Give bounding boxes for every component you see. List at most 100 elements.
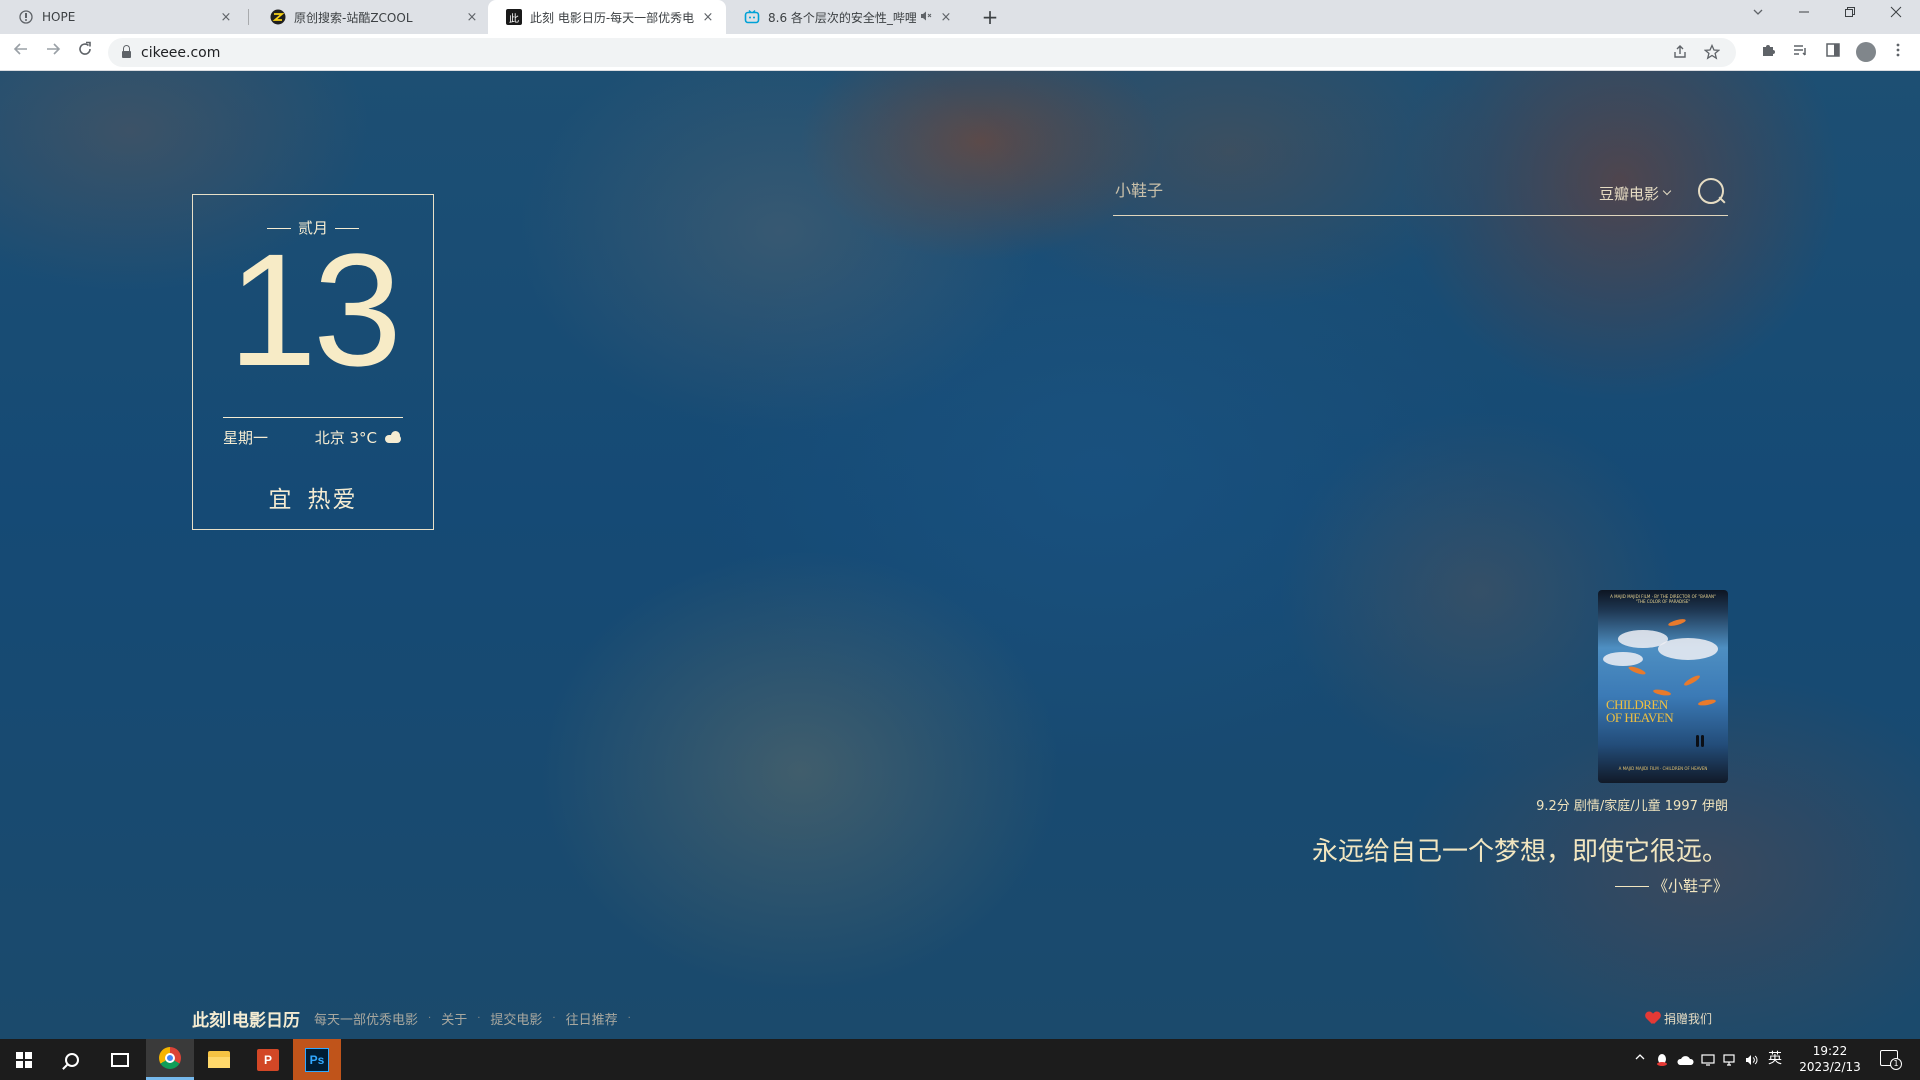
weather-text: 北京 3°C — [314, 429, 377, 447]
poster-children-silhouette — [1694, 733, 1706, 747]
bilibili-favicon — [744, 9, 760, 25]
search-source-dropdown[interactable]: 豆瓣电影 — [1599, 183, 1672, 204]
donate-link[interactable]: 捐赠我们 — [1646, 1010, 1712, 1027]
chevron-down-icon — [1662, 186, 1672, 195]
taskbar-search-button[interactable] — [48, 1039, 96, 1080]
windows-taskbar: P Ps 英 19:22 2023/2/13 1 — [0, 1039, 1920, 1080]
share-icon[interactable] — [1672, 38, 1688, 67]
taskbar-file-explorer[interactable] — [195, 1039, 243, 1080]
tab-title: 此刻 电影日历-每天一部优秀电影 — [530, 10, 694, 25]
page-footer: 此刻 电影日历 每天一部优秀电影 · 关于 · 提交电影 · 往日推荐 · — [192, 1006, 631, 1031]
tab-zcool[interactable]: 原创搜索-站酷ZCOOL × — [252, 0, 490, 34]
taskbar-chrome[interactable] — [146, 1039, 194, 1080]
movie-meta: 9.2分 剧情/家庭/儿童 1997 伊朗 — [1536, 799, 1728, 814]
ime-indicator[interactable]: 英 — [1764, 1039, 1786, 1080]
taskbar-powerpoint[interactable]: P — [244, 1039, 292, 1080]
cikeee-favicon: 此 — [506, 9, 522, 25]
reload-icon[interactable] — [74, 41, 96, 63]
browser-toolbar: cikeee.com — [0, 34, 1920, 71]
task-view-button[interactable] — [96, 1039, 144, 1080]
tab-close-icon[interactable]: × — [938, 10, 954, 25]
volume-icon[interactable] — [1742, 1039, 1762, 1080]
lock-icon[interactable] — [122, 45, 131, 58]
suggestion-value: 热爱 — [307, 487, 358, 513]
chrome-icon — [159, 1047, 181, 1069]
calendar-day: 13 — [228, 220, 402, 399]
tab-separator — [248, 9, 249, 25]
new-tab-button[interactable]: + — [977, 4, 1003, 30]
network-icon[interactable] — [1720, 1039, 1740, 1080]
windows-logo-icon — [16, 1051, 32, 1068]
browser-tabstrip: HOPE × 原创搜索-站酷ZCOOL × 此 此刻 电影日历-每天一部优秀电影… — [0, 0, 1920, 34]
donate-label: 捐赠我们 — [1663, 1012, 1712, 1026]
tab-close-icon[interactable]: × — [218, 10, 234, 25]
taskbar-clock[interactable]: 19:22 2023/2/13 — [1790, 1043, 1870, 1075]
minimize-button[interactable] — [1781, 0, 1827, 30]
site-brand[interactable]: 此刻 电影日历 — [192, 1006, 300, 1031]
reading-list-icon[interactable] — [1790, 42, 1810, 62]
search-icon[interactable] — [1696, 176, 1726, 206]
tray-overflow-chevron-icon[interactable] — [1630, 1039, 1650, 1080]
poster-bottom-text: A MAJID MAJIDI FILM · CHILDREN OF HEAVEN — [1618, 766, 1708, 771]
poster-cloud — [1658, 638, 1718, 660]
display-icon[interactable] — [1698, 1039, 1718, 1080]
calendar-divider — [223, 417, 403, 418]
search-source-label: 豆瓣电影 — [1599, 185, 1660, 203]
extensions-puzzle-icon[interactable] — [1758, 42, 1778, 62]
poster-title-line: OF HEAVEN — [1606, 710, 1674, 725]
poster-fish — [1627, 665, 1647, 676]
forward-icon[interactable] — [42, 41, 64, 63]
taskbar-photoshop[interactable]: Ps — [293, 1039, 341, 1080]
poster-cloud — [1603, 652, 1643, 666]
calendar-card: 贰月 13 星期一 北京 3°C 宜热爱 — [192, 194, 434, 530]
speaker-muted-icon[interactable] — [920, 10, 932, 25]
poster-fish — [1652, 688, 1672, 697]
bookmark-star-icon[interactable] — [1703, 38, 1721, 67]
tab-close-icon[interactable]: × — [700, 10, 716, 25]
side-panel-icon[interactable] — [1823, 42, 1843, 62]
brand-divider — [228, 1011, 230, 1025]
cloud-sun-icon — [383, 430, 403, 445]
folder-icon — [208, 1051, 230, 1068]
qq-icon[interactable] — [1652, 1039, 1672, 1080]
poster-fish — [1697, 698, 1717, 707]
close-window-button[interactable] — [1873, 0, 1919, 30]
back-icon[interactable] — [10, 41, 32, 63]
clock-date: 2023/2/13 — [1799, 1060, 1861, 1074]
more-menu-icon[interactable] — [1888, 42, 1908, 62]
brand-left: 此刻 — [192, 1010, 226, 1031]
clock-time: 19:22 — [1812, 1044, 1848, 1058]
tab-hope[interactable]: HOPE × — [0, 0, 244, 34]
poster-top-text: A MAJID MAJIDI FILM · BY THE DIRECTOR OF… — [1610, 594, 1716, 604]
tab-close-icon[interactable]: × — [464, 10, 480, 25]
calendar-suggestion: 宜热爱 — [193, 480, 433, 514]
tab-bilibili[interactable]: 8.6 各个层次的安全性_哔哩 × — [726, 0, 964, 34]
profile-avatar-icon[interactable] — [1856, 42, 1876, 62]
poster-fish — [1682, 673, 1702, 688]
onedrive-cloud-icon[interactable] — [1674, 1039, 1696, 1080]
tab-cikeee[interactable]: 此 此刻 电影日历-每天一部优秀电影 × — [488, 0, 726, 34]
calendar-weather: 北京 3°C — [315, 427, 403, 448]
start-button[interactable] — [0, 1039, 48, 1080]
notification-center-icon[interactable]: 1 — [1880, 1050, 1902, 1070]
restore-button[interactable] — [1827, 0, 1873, 30]
tab-search-chevron-icon[interactable] — [1735, 0, 1781, 30]
tab-title: 8.6 各个层次的安全性_哔哩 — [768, 10, 916, 25]
search-input[interactable] — [1115, 175, 1575, 205]
poster-fish — [1667, 617, 1687, 628]
footer-link-history[interactable]: 往日推荐 — [566, 1009, 618, 1028]
footer-separator: · — [477, 1012, 481, 1024]
poster-title: CHILDREN OF HEAVEN — [1606, 698, 1686, 724]
footer-link-submit[interactable]: 提交电影 — [490, 1009, 542, 1028]
url-text[interactable]: cikeee.com — [141, 45, 220, 61]
footer-separator: · — [428, 1012, 432, 1024]
tab-title: HOPE — [42, 10, 76, 24]
address-bar[interactable]: cikeee.com — [108, 38, 1736, 67]
movie-poster[interactable]: A MAJID MAJIDI FILM · BY THE DIRECTOR OF… — [1598, 590, 1728, 783]
footer-separator: · — [627, 1012, 631, 1024]
suggestion-label: 宜 — [268, 487, 294, 513]
page-background: 贰月 13 星期一 北京 3°C 宜热爱 豆瓣电影 A MAJID MAJIDI… — [0, 71, 1920, 1039]
notification-badge: 1 — [1890, 1058, 1902, 1070]
search-icon — [65, 1052, 79, 1067]
footer-link-about[interactable]: 关于 — [441, 1009, 467, 1028]
